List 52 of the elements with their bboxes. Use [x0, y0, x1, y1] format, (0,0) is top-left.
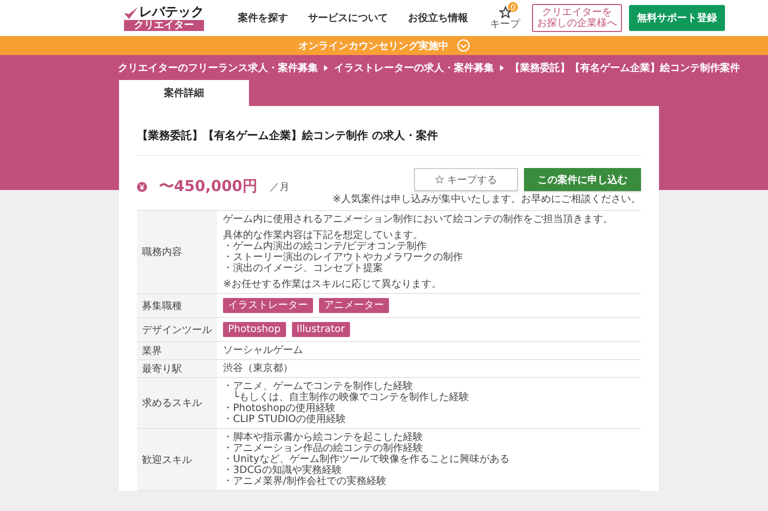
caret-icon: [500, 64, 504, 70]
skill-subitem: └もしくは、自主制作の映像でコンテを制作した経験: [232, 392, 470, 403]
description-line: ※お任せする作業はスキルに応じて異なります。: [223, 279, 442, 290]
logo-text[interactable]: レバテック: [139, 6, 204, 20]
detail-label: 職務内容: [137, 211, 217, 293]
detail-value: ソーシャルゲーム: [223, 345, 304, 356]
breadcrumb-link[interactable]: 【業務委託】【有名ゲーム企業】絵コンテ制作案件: [510, 60, 740, 74]
salary-amount: 〜450,000円: [159, 177, 258, 196]
skill-item: ・CLIP STUDIOの使用経験: [223, 414, 348, 425]
apply-button[interactable]: この案件に申し込む: [524, 168, 641, 191]
description-line: ・ストーリー演出のレイアウトやカメラワークの制作: [223, 252, 464, 263]
detail-label: 最寄り駅: [137, 360, 217, 377]
keep-label[interactable]: キープ: [490, 19, 520, 30]
description-line: ・演出のイメージ、コンセプト提案: [223, 263, 384, 274]
notice-text: ※人気案件は申し込みが集中いたします。お早めにご相談ください。: [332, 194, 641, 205]
skill-item: ・アニメ業界/制作会社での実務経験: [223, 476, 388, 487]
skill-item: ・Unityなど、ゲーム制作ツールで映像を作ることに興味がある: [223, 454, 510, 465]
tag[interactable]: Illustrator: [292, 322, 350, 337]
detail-label: 歓迎スキル: [137, 429, 217, 490]
detail-value: 渋谷（東京都）: [223, 363, 294, 374]
banner-text: オンラインカウンセリング実施中: [298, 39, 448, 52]
skill-item: ・アニメーション作品の絵コンテの制作経験: [223, 443, 424, 454]
keep-count-badge: 0: [508, 2, 518, 12]
yen-icon: [137, 182, 147, 192]
company-button[interactable]: クリエイターを お探しの企業様へ: [532, 4, 622, 32]
star-icon[interactable]: [498, 6, 512, 19]
breadcrumb-link[interactable]: クリエイターのフリーランス求人・案件募集: [118, 60, 318, 74]
skill-item: ・アニメ、ゲームでコンテを制作した経験: [223, 381, 413, 392]
detail-label: 募集職種: [137, 294, 217, 317]
nav-link[interactable]: お役立ち情報: [408, 11, 468, 25]
keep-button[interactable]: キープする: [414, 168, 518, 191]
job-title: 【業務委託】【有名ゲーム企業】絵コンテ制作 の求人・案件: [137, 128, 641, 156]
tab[interactable]: 案件詳細: [119, 80, 249, 106]
nav-link[interactable]: サービスについて: [308, 11, 388, 25]
detail-label: 求めるスキル: [137, 378, 217, 428]
detail-label: デザインツール: [137, 318, 217, 341]
breadcrumb-link[interactable]: イラストレーターの求人・案件募集: [334, 60, 494, 74]
skill-item: ・Photoshopの使用経験: [223, 403, 337, 414]
caret-icon: [324, 64, 328, 70]
star-icon: [435, 175, 444, 184]
skill-item: ・脚本や指示書から絵コンテを起こした経験: [223, 432, 424, 443]
description-line: ゲーム内に使用されるアニメーション制作において絵コンテの制作をご担当頂きます。: [223, 214, 614, 225]
salary-unit: ／月: [269, 180, 290, 194]
nav-link[interactable]: 案件を探す: [238, 11, 288, 25]
tag[interactable]: アニメーター: [319, 298, 389, 313]
skill-item: ・3DCGの知識や実務経験: [223, 465, 343, 476]
tag[interactable]: Photoshop: [223, 322, 286, 337]
detail-label: 業界: [137, 342, 217, 359]
description-line: ・ゲーム内演出の絵コンテ/ビデオコンテ制作: [223, 241, 428, 252]
register-button[interactable]: 無料サポート登録: [629, 5, 725, 31]
tag[interactable]: イラストレーター: [223, 298, 313, 313]
description-line: 具体的な作業内容は下記を想定しています。: [223, 230, 424, 241]
